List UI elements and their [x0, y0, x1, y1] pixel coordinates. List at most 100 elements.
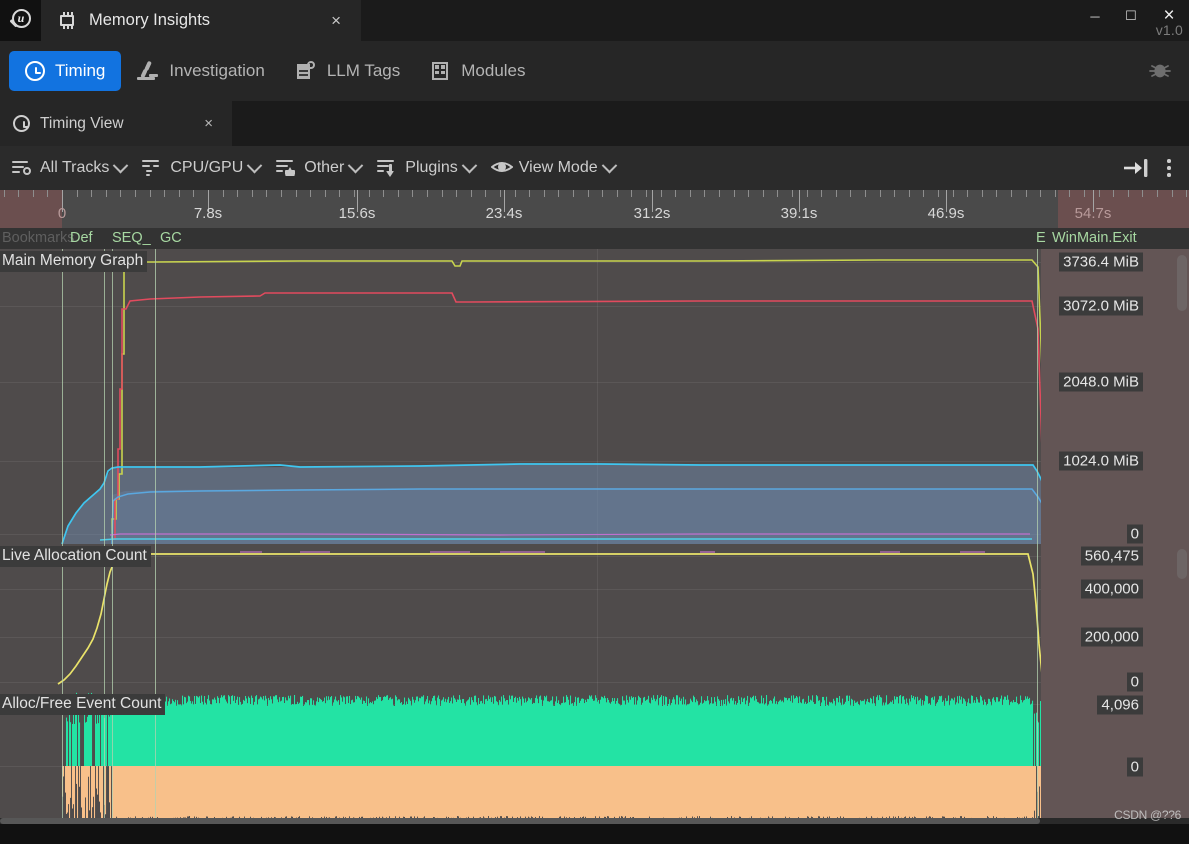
alloc-bar: [524, 703, 525, 766]
free-bar: [992, 766, 993, 821]
free-bar: [336, 766, 337, 816]
free-bar: [123, 766, 124, 823]
alloc-bar: [938, 700, 939, 766]
alloc-bar: [464, 703, 465, 766]
ruler-minor-tick: [1113, 190, 1114, 197]
bookmark-line-gc[interactable]: [155, 249, 156, 824]
filter-view-mode-label: View Mode: [519, 159, 598, 177]
bookmark-line-seq[interactable]: [112, 249, 113, 824]
nav-item-investigation[interactable]: Investigation: [121, 51, 280, 91]
alloc-bar: [537, 699, 538, 766]
alloc-bar: [428, 703, 429, 766]
free-bar: [703, 766, 704, 821]
maximize-button[interactable]: ☐: [1113, 0, 1149, 32]
free-bar: [1028, 766, 1029, 823]
filter-other[interactable]: Other: [268, 151, 369, 185]
alloc-bar: [573, 706, 574, 766]
alloc-bar: [275, 695, 276, 766]
alloc-bar: [349, 696, 350, 766]
ruler-minor-tick: [792, 190, 793, 197]
arrow-to-bar-icon[interactable]: [1121, 155, 1151, 181]
app-tab-memory-insights[interactable]: Memory Insights ×: [41, 0, 361, 41]
bookmark-marker[interactable]: WinMain.Exit: [1052, 230, 1137, 246]
free-bar: [210, 766, 211, 823]
nav-item-timing[interactable]: Timing: [9, 51, 121, 91]
bookmark-marker[interactable]: SEQ_: [112, 230, 151, 246]
free-bar: [235, 766, 236, 821]
alloc-bar: [492, 697, 493, 766]
free-bar: [379, 766, 380, 817]
filter-view-mode[interactable]: View Mode: [483, 151, 623, 185]
alloc-bar: [800, 702, 801, 766]
free-bar: [799, 766, 800, 822]
free-bar: [366, 766, 367, 820]
track-live-allocation-count[interactable]: Live Allocation Count: [0, 544, 1189, 692]
selection-line-start[interactable]: [62, 249, 63, 824]
free-bar: [501, 766, 502, 816]
free-bar: [227, 766, 228, 820]
time-ruler[interactable]: 07.8s15.6s23.4s31.2s39.1s46.9s54.7s: [0, 190, 1189, 228]
free-bar: [247, 766, 248, 818]
bookmark-line-def[interactable]: [104, 249, 105, 824]
free-bar: [144, 766, 145, 821]
alloc-bar: [892, 700, 893, 766]
bookmark-marker[interactable]: GC: [160, 230, 182, 246]
alloc-bar: [517, 698, 518, 766]
vertical-scrollbar-memory[interactable]: [1177, 255, 1187, 311]
free-bar: [785, 766, 786, 817]
alloc-bar: [983, 705, 984, 766]
alloc-bar: [581, 699, 582, 766]
free-bar: [865, 766, 866, 823]
alloc-bar: [609, 703, 610, 766]
free-bar: [635, 766, 636, 820]
alloc-bar: [766, 695, 767, 766]
bookmarks-track[interactable]: Bookmarks Def SEQ_ GC E WinMain.Exit: [0, 228, 1189, 249]
filter-all-tracks[interactable]: All Tracks: [4, 151, 134, 185]
free-bar: [879, 766, 880, 820]
free-bar: [127, 766, 128, 818]
tab-timing-view[interactable]: Timing View ×: [0, 101, 232, 146]
alloc-bar: [721, 700, 722, 766]
tab-close-icon[interactable]: ×: [199, 113, 218, 134]
alloc-bar: [790, 701, 791, 766]
nav-item-modules[interactable]: Modules: [416, 51, 541, 91]
bookmark-marker[interactable]: E: [1036, 230, 1046, 246]
app-tab-close-icon[interactable]: ×: [325, 9, 347, 32]
free-bar: [133, 766, 134, 819]
alloc-bar: [761, 696, 762, 766]
filter-cpu-gpu[interactable]: CPU/GPU: [134, 151, 268, 185]
free-bar: [943, 766, 944, 817]
alloc-bar: [312, 705, 313, 766]
alloc-bar: [756, 699, 757, 766]
minimize-button[interactable]: ─: [1077, 0, 1113, 32]
free-bar: [355, 766, 356, 818]
free-bar: [284, 766, 285, 824]
alloc-bar: [961, 697, 962, 766]
free-bar: [207, 766, 208, 817]
track-alloc-free-event-count[interactable]: Alloc/Free Event Count: [0, 692, 1189, 824]
free-bar: [334, 766, 335, 823]
filter-plugins[interactable]: Plugins: [369, 151, 482, 185]
free-bar: [396, 766, 397, 823]
alloc-bar: [453, 695, 454, 766]
alloc-bar: [459, 695, 460, 766]
free-bar: [944, 766, 945, 817]
free-bar: [260, 766, 261, 823]
bookmark-marker[interactable]: Def: [70, 230, 93, 246]
kebab-menu-icon[interactable]: [1157, 155, 1181, 181]
timing-graph-area[interactable]: Main Memory Graph Live Allocation: [0, 249, 1189, 824]
free-bar: [348, 766, 349, 822]
ruler-minor-tick: [894, 190, 895, 197]
nav-item-llm-tags[interactable]: LLM Tags: [281, 51, 416, 91]
track-main-memory-graph[interactable]: Main Memory Graph: [0, 249, 1189, 544]
bug-icon[interactable]: [1147, 58, 1173, 84]
bookmark-line-exit[interactable]: [1037, 249, 1038, 824]
alloc-bar: [674, 699, 675, 766]
alloc-bar: [842, 699, 843, 766]
free-bar: [704, 766, 705, 819]
free-bar: [909, 766, 910, 817]
free-bar: [605, 766, 606, 817]
vertical-scrollbar-alloc[interactable]: [1177, 549, 1187, 579]
free-bar: [903, 766, 904, 822]
alloc-bar: [544, 696, 545, 766]
